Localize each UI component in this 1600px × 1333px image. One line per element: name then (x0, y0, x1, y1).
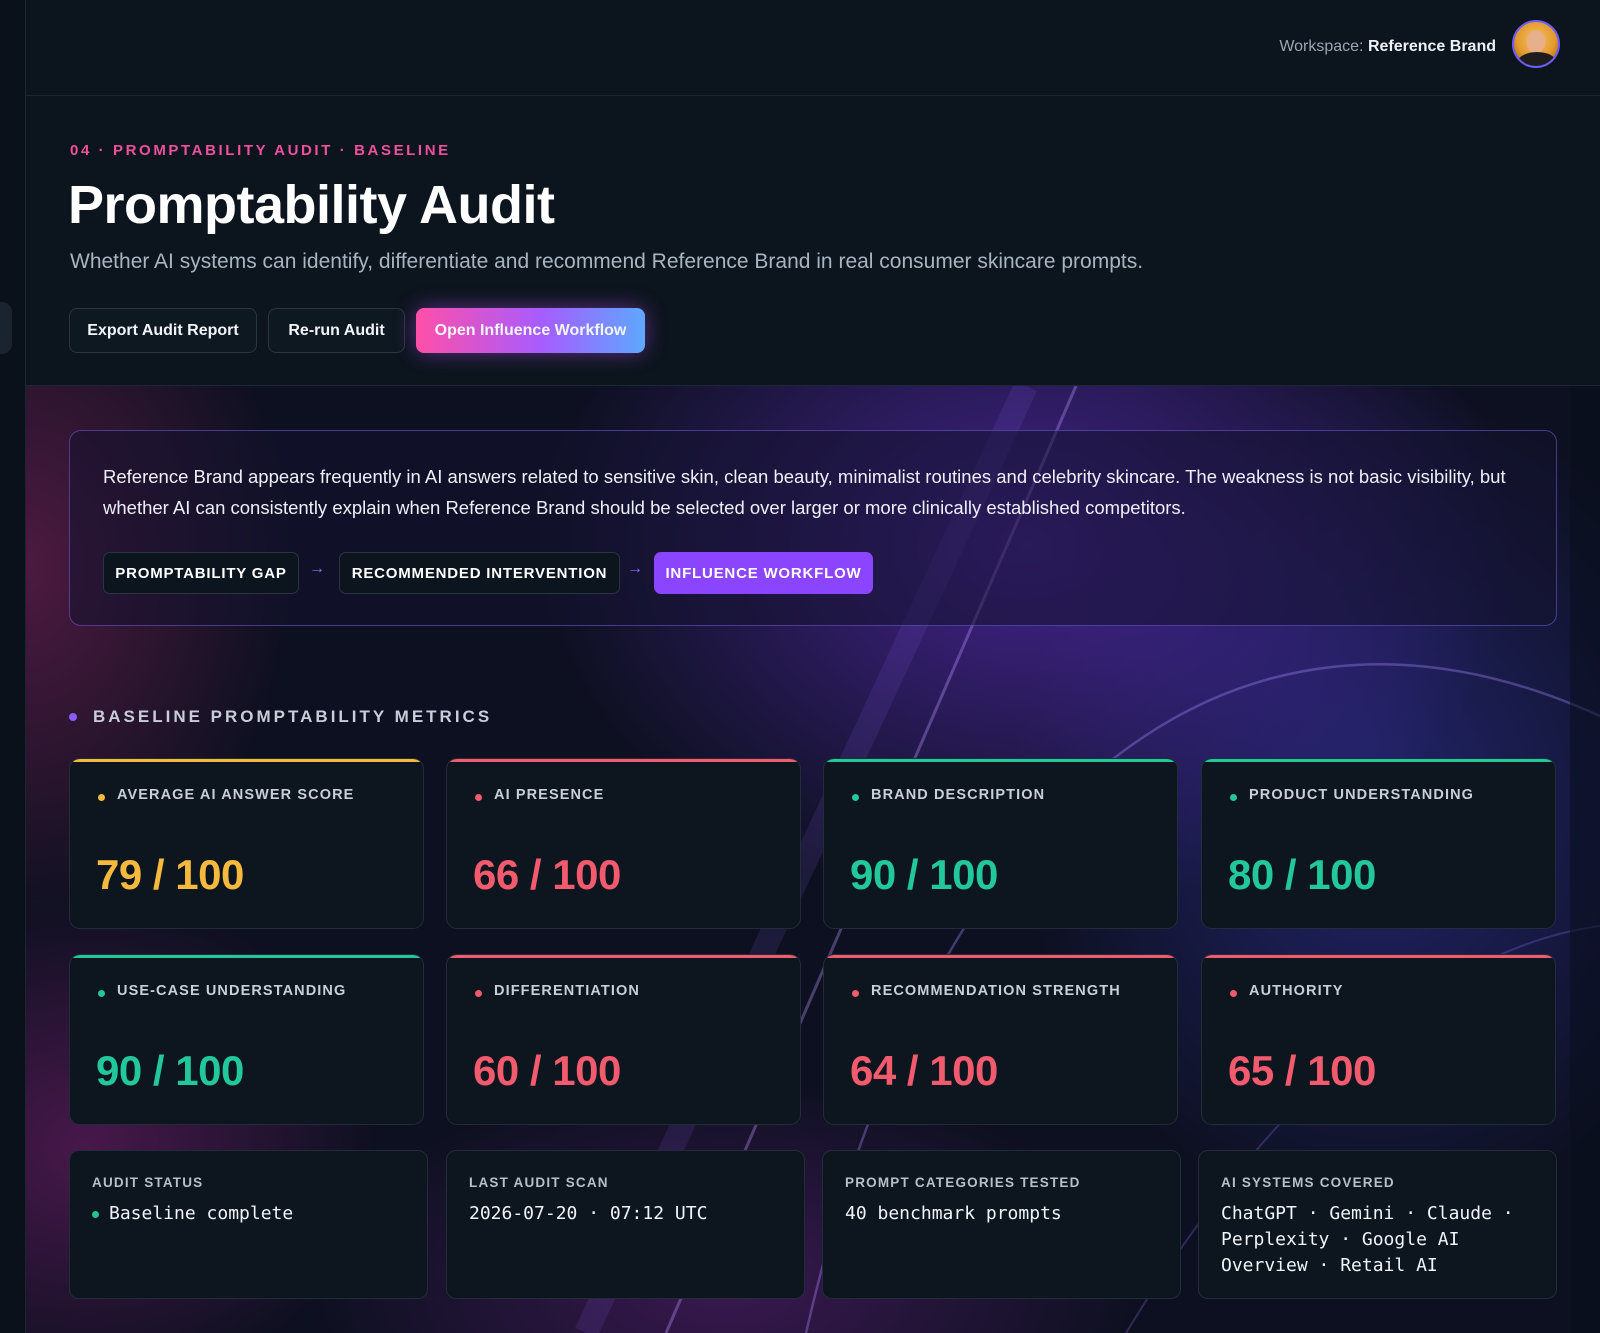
metric-score: 64 / 100 (850, 1047, 998, 1094)
metric-score: 60 / 100 (473, 1047, 621, 1094)
metric-label: AVERAGE AI ANSWER SCORE (98, 787, 354, 803)
status-dot-icon (1230, 989, 1237, 997)
metric-accent-bar (1202, 759, 1555, 762)
prompt-categories-card: PROMPT CATEGORIES TESTED 40 benchmark pr… (822, 1150, 1181, 1299)
metric-label-text: DIFFERENTIATION (494, 983, 640, 999)
flow-arrow-icon: → (309, 560, 325, 577)
workspace-prefix: Workspace: (1279, 38, 1364, 55)
metric-label: RECOMMENDATION STRENGTH (852, 983, 1121, 999)
metric-label: BRAND DESCRIPTION (852, 787, 1045, 803)
ai-systems-covered-card: AI SYSTEMS COVERED ChatGPT · Gemini · Cl… (1198, 1150, 1557, 1299)
export-audit-report-button[interactable]: Export Audit Report (69, 308, 257, 353)
metric-score: 90 / 100 (850, 851, 998, 898)
page-subtitle: Whether AI systems can identify, differe… (70, 250, 1144, 273)
workspace-name: Reference Brand (1367, 38, 1496, 55)
open-influence-workflow-button[interactable]: Open Influence Workflow (416, 308, 645, 353)
metric-card[interactable]: AI PRESENCE 66 / 100 (446, 758, 801, 929)
status-dot-icon (475, 793, 482, 801)
top-bar: Workspace: Reference Brand (26, 0, 1600, 96)
metric-accent-bar (824, 955, 1177, 958)
metric-accent-bar (70, 955, 423, 958)
metric-accent-bar (824, 759, 1177, 762)
promptability-gap-chip[interactable]: PROMPTABILITY GAP (103, 552, 299, 594)
metric-label: AUTHORITY (1230, 983, 1343, 999)
status-dot-icon (98, 989, 105, 997)
metric-score: 79 / 100 (96, 851, 244, 898)
audit-status-text: Baseline complete (109, 1203, 294, 1224)
metric-label: DIFFERENTIATION (475, 983, 640, 999)
metric-card[interactable]: RECOMMENDATION STRENGTH 64 / 100 (823, 954, 1178, 1125)
metric-card[interactable]: PRODUCT UNDERSTANDING 80 / 100 (1201, 758, 1556, 929)
metric-card[interactable]: DIFFERENTIATION 60 / 100 (446, 954, 801, 1125)
page-title: Promptability Audit (68, 175, 555, 235)
status-dot-icon (92, 1210, 99, 1218)
metric-label-text: AI PRESENCE (494, 787, 605, 803)
avatar[interactable] (1512, 20, 1560, 68)
status-card-label: PROMPT CATEGORIES TESTED (845, 1175, 1081, 1190)
metric-card[interactable]: AUTHORITY 65 / 100 (1201, 954, 1556, 1125)
metric-label-text: USE-CASE UNDERSTANDING (117, 983, 347, 999)
audit-summary-text: Reference Brand appears frequently in AI… (103, 466, 1506, 518)
metric-score: 80 / 100 (1228, 851, 1376, 898)
content-area: Reference Brand appears frequently in AI… (26, 386, 1600, 1333)
metrics-section-title: BASELINE PROMPTABILITY METRICS (93, 707, 493, 726)
metric-accent-bar (1202, 955, 1555, 958)
recommended-intervention-chip[interactable]: RECOMMENDED INTERVENTION (339, 552, 620, 594)
metric-score: 65 / 100 (1228, 1047, 1376, 1094)
sidebar-toggle-handle[interactable] (0, 302, 12, 354)
metrics-section-heading: BASELINE PROMPTABILITY METRICS (69, 707, 492, 727)
status-dot-icon (1230, 793, 1237, 801)
section-dot-icon (69, 713, 77, 721)
avatar-shirt (1518, 52, 1556, 66)
metric-label: PRODUCT UNDERSTANDING (1230, 787, 1474, 803)
metric-accent-bar (447, 759, 800, 762)
left-rail (0, 0, 26, 1333)
avatar-face (1527, 31, 1545, 53)
status-dot-icon (475, 989, 482, 997)
metric-card[interactable]: BRAND DESCRIPTION 90 / 100 (823, 758, 1178, 929)
metric-accent-bar (447, 955, 800, 958)
metric-card[interactable]: AVERAGE AI ANSWER SCORE 79 / 100 (69, 758, 424, 929)
page-header: 04 · PROMPTABILITY AUDIT · BASELINE Prom… (26, 96, 1600, 386)
influence-workflow-chip[interactable]: INFLUENCE WORKFLOW (654, 552, 873, 594)
status-card-label: LAST AUDIT SCAN (469, 1175, 609, 1190)
flow-arrow-icon: → (627, 560, 643, 577)
status-card-label: AUDIT STATUS (92, 1175, 204, 1190)
status-card-value: ChatGPT · Gemini · Claude · Perplexity ·… (1221, 1203, 1514, 1276)
last-audit-scan-card: LAST AUDIT SCAN 2026-07-20 · 07:12 UTC (446, 1150, 805, 1299)
audit-summary-card: Reference Brand appears frequently in AI… (69, 430, 1557, 626)
status-dot-icon (852, 989, 859, 997)
status-card-value: Baseline complete (92, 1201, 402, 1227)
metric-label-text: AVERAGE AI ANSWER SCORE (117, 787, 355, 803)
breadcrumb: 04 · PROMPTABILITY AUDIT · BASELINE (70, 142, 451, 159)
metric-card[interactable]: USE-CASE UNDERSTANDING 90 / 100 (69, 954, 424, 1125)
metric-accent-bar (70, 759, 423, 762)
metric-label: USE-CASE UNDERSTANDING (98, 983, 346, 999)
status-card-value: 2026-07-20 · 07:12 UTC (469, 1203, 708, 1224)
status-card-label: AI SYSTEMS COVERED (1221, 1175, 1395, 1190)
metric-label-text: RECOMMENDATION STRENGTH (871, 983, 1121, 999)
metric-label-text: PRODUCT UNDERSTANDING (1249, 787, 1475, 803)
rerun-audit-button[interactable]: Re-run Audit (268, 308, 405, 353)
workspace-indicator[interactable]: Workspace: Reference Brand (1279, 38, 1496, 56)
metric-label-text: BRAND DESCRIPTION (871, 787, 1046, 803)
metric-score: 66 / 100 (473, 851, 621, 898)
metric-score: 90 / 100 (96, 1047, 244, 1094)
status-dot-icon (852, 793, 859, 801)
status-dot-icon (98, 793, 105, 801)
metric-label-text: AUTHORITY (1249, 983, 1344, 999)
audit-status-card: AUDIT STATUS Baseline complete (69, 1150, 428, 1299)
metric-label: AI PRESENCE (475, 787, 604, 803)
status-card-value: 40 benchmark prompts (845, 1203, 1062, 1224)
right-edge-shade (1570, 386, 1600, 1333)
